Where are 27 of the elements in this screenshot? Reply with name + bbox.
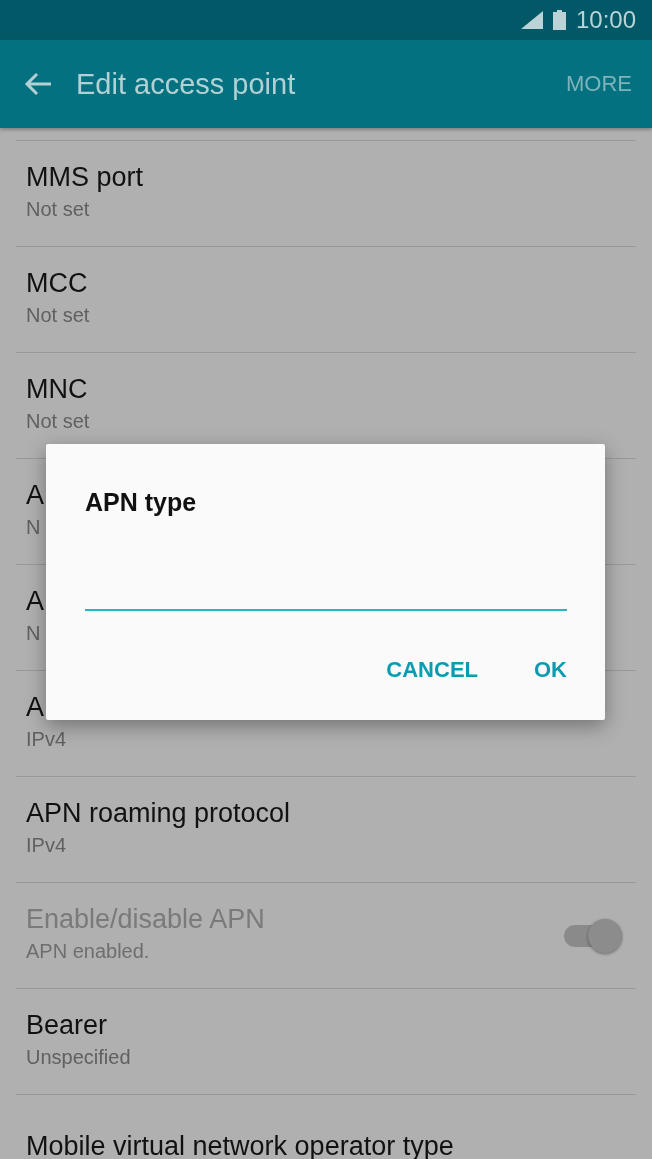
clock-time: 10:00 [575, 6, 636, 34]
setting-title: A [26, 480, 44, 510]
setting-title: APN roaming protocol [26, 798, 291, 828]
setting-value: Not set [26, 198, 90, 221]
setting-value: IPv4 [26, 728, 67, 751]
back-arrow-icon[interactable] [24, 72, 52, 96]
setting-value: Not set [26, 304, 90, 327]
setting-row[interactable]: Bearer Unspecified [16, 988, 636, 1094]
signal-icon [520, 11, 543, 29]
setting-title: MNC [26, 374, 88, 404]
setting-value: Not set [26, 410, 90, 433]
setting-title: A [26, 586, 44, 616]
setting-row[interactable]: MMS port Not set [16, 140, 636, 246]
setting-value: N [26, 516, 41, 539]
setting-value: Unspecified [26, 1046, 131, 1069]
dialog-title: APN type [85, 488, 198, 517]
setting-title: MCC [26, 268, 88, 298]
setting-title: Bearer [26, 1010, 108, 1040]
setting-row[interactable]: MCC Not set [16, 246, 636, 352]
screen-title: Edit access point [76, 67, 297, 101]
setting-value: N [26, 622, 41, 645]
setting-row[interactable]: APN roaming protocol IPv4 [16, 776, 636, 882]
setting-value: IPv4 [26, 834, 67, 857]
setting-value: APN enabled. [26, 940, 150, 963]
setting-title: MMS port [26, 162, 144, 192]
battery-icon [552, 10, 566, 30]
setting-title: A [26, 692, 44, 722]
